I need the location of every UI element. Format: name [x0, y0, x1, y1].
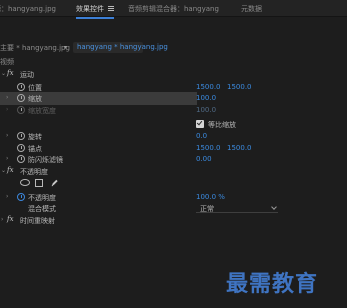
antiflicker-value[interactable]: 0.00	[196, 155, 212, 163]
property-label-antiflicker: 防闪烁滤镜	[28, 156, 63, 164]
panel-tab-bar: 源：hangyang.jpg 效果控件 音频剪辑混合器：hangyang 元数据	[0, 0, 347, 19]
position-y-value[interactable]: 1500.0	[227, 83, 252, 91]
chevron-right-icon[interactable]: ›	[1, 216, 3, 223]
scale-width-value: 100.0	[196, 106, 217, 114]
effect-row-time-remap[interactable]: › fx 时间重映射	[0, 214, 347, 227]
property-label-scale: 缩放	[28, 95, 42, 103]
scale-value[interactable]: 100.0	[196, 94, 216, 102]
active-tab-indicator	[76, 17, 114, 19]
mask-tools-row	[0, 177, 347, 190]
chevron-down-icon[interactable]: ⌄	[1, 70, 6, 77]
chevron-right-icon[interactable]: ›	[6, 132, 8, 139]
stopwatch-icon[interactable]	[17, 132, 25, 140]
effect-name-opacity: 不透明度	[20, 168, 48, 176]
property-label-rotation: 旋转	[28, 133, 42, 141]
stopwatch-icon[interactable]	[17, 193, 25, 201]
property-label-scale-width: 缩放宽度	[28, 107, 56, 115]
stopwatch-icon[interactable]	[17, 144, 25, 152]
effect-name-time-remap: 时间重映射	[20, 217, 55, 225]
tab-metadata[interactable]: 元数据	[241, 4, 262, 14]
rectangle-mask-icon[interactable]	[35, 179, 43, 187]
stopwatch-icon[interactable]	[17, 94, 25, 102]
watermark-logo: 最需教育	[226, 272, 319, 297]
anchor-x-value[interactable]: 1500.0	[196, 144, 221, 152]
clip-selector-bar: 主要 * hangyang.jpg ▾ hangyang * hangyang.…	[0, 41, 347, 54]
video-section-label: 视频	[0, 58, 14, 66]
property-row-scale-width: › 缩放宽度 100.0	[0, 104, 347, 117]
master-clip-label[interactable]: 主要 * hangyang.jpg	[0, 43, 70, 53]
chevron-right-icon: ›	[6, 106, 9, 113]
ellipse-mask-icon[interactable]	[20, 179, 30, 186]
effect-row-motion[interactable]: ⌄ fx 运动	[0, 68, 347, 81]
uniform-scale-label: 等比缩放	[208, 121, 236, 129]
anchor-y-value[interactable]: 1500.0	[227, 144, 252, 152]
tab-effect-controls-label: 效果控件	[76, 5, 104, 13]
tab-source[interactable]: 源：hangyang.jpg	[0, 4, 56, 14]
opacity-value[interactable]: 100.0 %	[196, 193, 225, 201]
chevron-right-icon[interactable]: ›	[6, 94, 8, 101]
chevron-down-icon[interactable]: ⌄	[1, 167, 6, 174]
effect-name-motion: 运动	[20, 71, 34, 79]
position-x-value[interactable]: 1500.0	[196, 83, 221, 91]
fx-icon[interactable]: fx	[7, 69, 14, 77]
stopwatch-icon	[17, 106, 25, 114]
tab-effect-controls[interactable]: 效果控件	[76, 4, 114, 19]
blend-mode-value: 正常	[200, 205, 214, 213]
chevron-down-icon	[271, 204, 277, 210]
property-label-blend-mode: 混合模式	[28, 205, 56, 213]
stopwatch-icon[interactable]	[17, 83, 25, 91]
panel-menu-icon[interactable]	[108, 6, 114, 11]
chevron-down-icon[interactable]: ▾	[64, 44, 67, 51]
tab-audio-clip-mixer[interactable]: 音频剪辑混合器：hangyang	[128, 4, 219, 14]
sequence-clip-label[interactable]: hangyang * hangyang.jpg	[77, 43, 168, 51]
stopwatch-icon[interactable]	[17, 155, 25, 163]
blend-mode-dropdown[interactable]: 正常	[196, 203, 278, 213]
fx-icon[interactable]: fx	[7, 215, 14, 223]
rotation-value[interactable]: 0.0	[196, 132, 207, 140]
chevron-right-icon[interactable]: ›	[6, 193, 8, 200]
pen-mask-icon[interactable]	[50, 178, 59, 187]
chevron-right-icon[interactable]: ›	[6, 155, 8, 162]
uniform-scale-checkbox[interactable]	[196, 120, 204, 128]
fx-icon[interactable]: fx	[7, 166, 14, 174]
